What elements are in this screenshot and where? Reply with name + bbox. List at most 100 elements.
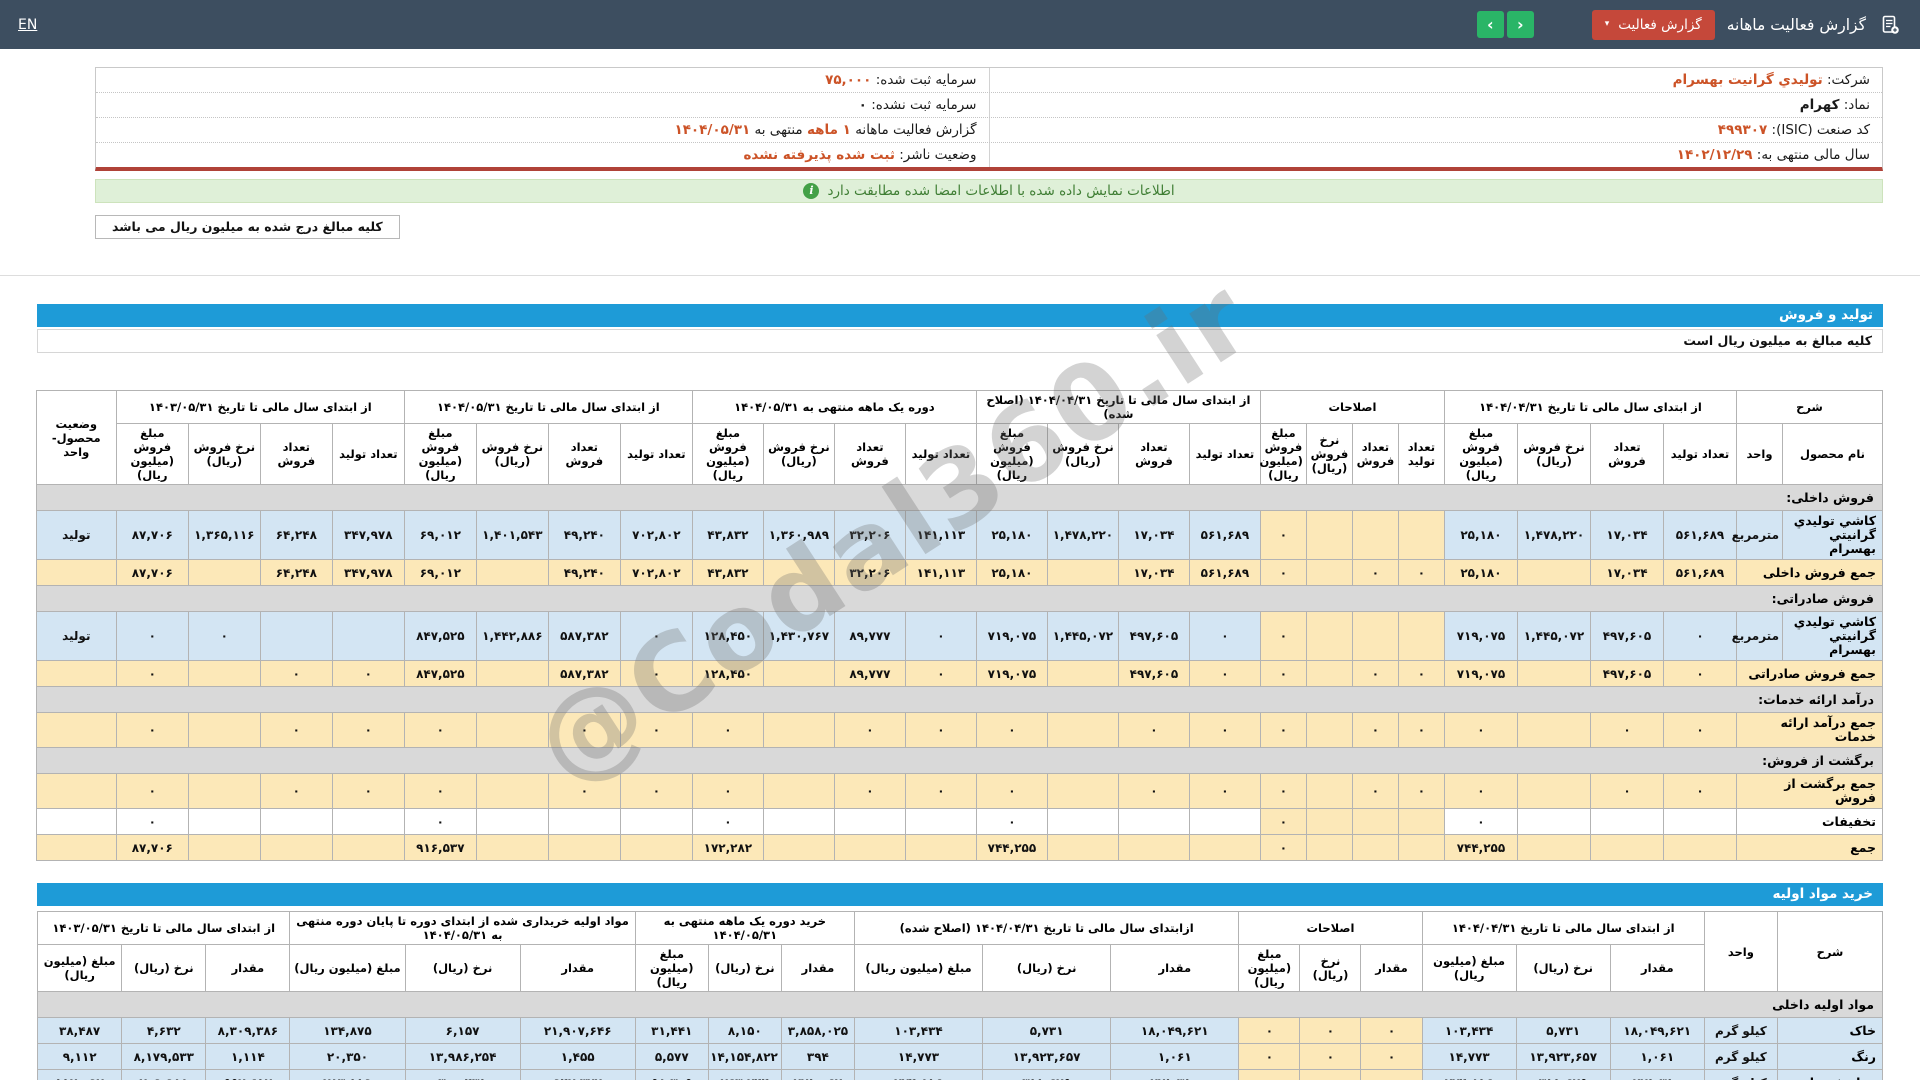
value-cell: ۳۰۰,۴۳۱ <box>404 1069 521 1080</box>
section-row: درآمد ارائه خدمات: <box>35 686 1884 713</box>
company-name-link[interactable]: تولیدي گرانیت بهسرام <box>1673 72 1823 88</box>
value-cell <box>187 773 261 809</box>
value-cell: ۷۲۱,۳۱۰ <box>1609 1069 1705 1080</box>
column-header: مبلغ (میلیون ریال) <box>289 944 406 992</box>
value-cell: ۲۲۴,۸۱۶ <box>1421 1069 1517 1080</box>
value-cell: ۰ <box>1259 712 1307 748</box>
status-header: وضعیت محصول-واحد <box>35 390 117 485</box>
value-cell <box>187 808 261 835</box>
value-cell <box>1589 834 1664 861</box>
value-cell: ۵۶۱,۶۸۹ <box>1662 559 1737 586</box>
value-cell: ۳۲,۲۰۶ <box>833 510 906 560</box>
column-header: نرخ فروش (ریال) <box>187 423 261 485</box>
column-header: مبلغ (میلیون ریال) <box>1238 944 1301 992</box>
period-group-header: اصلاحات <box>1238 911 1423 945</box>
column-header: تعداد فروش <box>1589 423 1664 485</box>
next-report-button[interactable]: › <box>1506 11 1534 38</box>
value-cell: ۱,۴۴۵,۰۷۲ <box>1516 611 1591 661</box>
value-cell <box>475 808 549 835</box>
description-header: شرح <box>1776 911 1884 992</box>
value-cell: ۸۹,۷۷۷ <box>833 660 906 687</box>
value-cell: ۰ <box>1188 611 1261 661</box>
value-cell: ۰ <box>1259 559 1307 586</box>
value-cell: ۵,۷۳۱ <box>1515 1017 1611 1044</box>
value-cell <box>1397 834 1445 861</box>
period-group-header: از ابتدای سال مالی تا تاریخ ۱۴۰۴/۰۵/۳۱ <box>403 390 693 424</box>
value-cell: ۰ <box>331 773 405 809</box>
period-group-header: دوره یک ماهه منتهی به ۱۴۰۴/۰۵/۳۱ <box>691 390 977 424</box>
unit-header: واحد <box>1735 423 1784 485</box>
column-header: نرخ فروش (ریال) <box>1046 423 1119 485</box>
previous-report-button[interactable]: ‹ <box>1476 11 1504 38</box>
value-cell <box>762 834 835 861</box>
value-cell <box>1397 611 1445 661</box>
value-cell: ۴۹۷,۶۰۵ <box>1589 660 1664 687</box>
value-cell <box>1305 773 1353 809</box>
materials-purchase-section: خرید مواد اولیه شرح واحد از ابتدای سال مال… <box>36 883 1884 1080</box>
value-cell: ۱۳,۹۲۳,۶۵۷ <box>1515 1043 1611 1070</box>
section-row: مواد اولیه داخلی <box>37 991 1883 1018</box>
value-cell <box>1589 808 1664 835</box>
section-label: فروش داخلی: <box>35 484 1884 511</box>
info-icon: i <box>803 183 820 199</box>
info-text: گزارش فعالیت ماهانه <box>850 122 977 138</box>
value-cell: ۸,۱۵۰ <box>707 1017 782 1044</box>
value-cell <box>762 660 835 687</box>
row-label: کاشي تولیدي گرانیتي بهسرام <box>1782 510 1883 560</box>
value-cell: ۰ <box>115 611 189 661</box>
value-cell <box>331 808 405 835</box>
value-cell: ۱۲۸,۴۵۰ <box>691 660 764 687</box>
value-cell: ۱,۰۶۱ <box>1609 1043 1705 1070</box>
value-cell: ۱۰۳,۴۳۴ <box>1421 1017 1517 1044</box>
value-cell: ۰ <box>115 773 189 809</box>
value-cell: ۰ <box>259 660 333 687</box>
report-type-dropdown[interactable]: گزارش فعالیت ▾ <box>1591 9 1715 40</box>
value-cell: ۰ <box>1397 660 1445 687</box>
table-row: کاشي تولیدي گرانیتي بهسرام مترمربع ۰ ۴۹۷,۶۰… <box>35 611 1883 661</box>
info-row: نماد: کهرام سرمایه ثبت نشده: ۰ <box>96 93 1882 118</box>
unit-cell: کیلو گرم <box>1703 1069 1778 1080</box>
value-cell: ۵۵۷,۶۱۲ <box>205 1069 291 1080</box>
value-cell: ۷۰۲,۸۰۲ <box>619 510 693 560</box>
materials-purchase-table: شرح واحد از ابتدای سال مالی تا تاریخ ۱۴۰۴/… <box>36 911 1884 1080</box>
column-header: مبلغ فروش (میلیون ریال) <box>691 423 764 485</box>
status-cell: تولید <box>35 510 117 560</box>
info-text: سرمایه ثبت شده: <box>871 72 977 88</box>
value-cell: ۰ <box>975 773 1048 809</box>
value-cell: ۰ <box>1589 712 1664 748</box>
value-cell <box>1516 559 1591 586</box>
status-cell: تولید <box>35 611 117 661</box>
column-header: نرخ (ریال) <box>1515 944 1611 992</box>
value-cell: ۰ <box>619 773 693 809</box>
signature-match-text: اطلاعات نمایش داده شده با اطلاعات امضا ش… <box>827 183 1175 199</box>
english-language-link[interactable]: EN <box>18 17 37 33</box>
report-icon[interactable] <box>1878 13 1902 37</box>
value-cell: ۰ <box>1188 712 1261 748</box>
value-cell <box>1046 773 1119 809</box>
column-header: مبلغ (میلیون ریال) <box>1421 944 1517 992</box>
unit-header: واحد <box>1703 911 1778 992</box>
value-cell: ۱۷,۰۳۴ <box>1589 510 1664 560</box>
value-cell: ۱,۴۴۵,۰۷۲ <box>1046 611 1119 661</box>
row-label: جمع فروش داخلی <box>1735 559 1884 586</box>
value-cell: ۳۲,۲۰۶ <box>833 559 906 586</box>
column-header: نرخ (ریال) <box>982 944 1112 992</box>
value-cell: ۱۸,۰۴۹,۶۲۱ <box>1609 1017 1705 1044</box>
column-header: تعداد تولید <box>331 423 405 485</box>
row-label: مواد شیمیایی <box>1776 1069 1884 1080</box>
value-cell: ۰ <box>1259 660 1307 687</box>
value-cell: ۵,۷۳۱ <box>982 1017 1112 1044</box>
column-header: تعداد تولید <box>619 423 693 485</box>
status-cell <box>35 660 117 687</box>
value-cell: ۵۶۱,۶۸۹ <box>1188 510 1261 560</box>
table-row: جمع فروش صادراتی ۰ ۴۹۷,۶۰۵ ۷۱۹,۰۷۵ ۰ ۰ ۰ ۰ ۴۹۷,۶… <box>35 660 1884 687</box>
table-row: مواد شیمیاییکیلو گرم۷۲۱,۳۱۰۳۱۱,۶۷۵۲۲۴,۸۱… <box>36 1069 1884 1080</box>
value-cell <box>1305 660 1353 687</box>
value-cell: ۹۴۲,۳۷۷ <box>519 1069 636 1080</box>
value-cell: ۰ <box>1443 808 1518 835</box>
value-cell: ۵,۵۷۷ <box>634 1043 709 1070</box>
value-cell: ۱,۰۶۱ <box>1110 1043 1240 1070</box>
column-header: مبلغ فروش (میلیون ریال) <box>115 423 189 485</box>
value-cell <box>1351 808 1399 835</box>
info-field: کد صنعت (ISIC): ۴۹۹۳۰۷ <box>988 118 1883 142</box>
